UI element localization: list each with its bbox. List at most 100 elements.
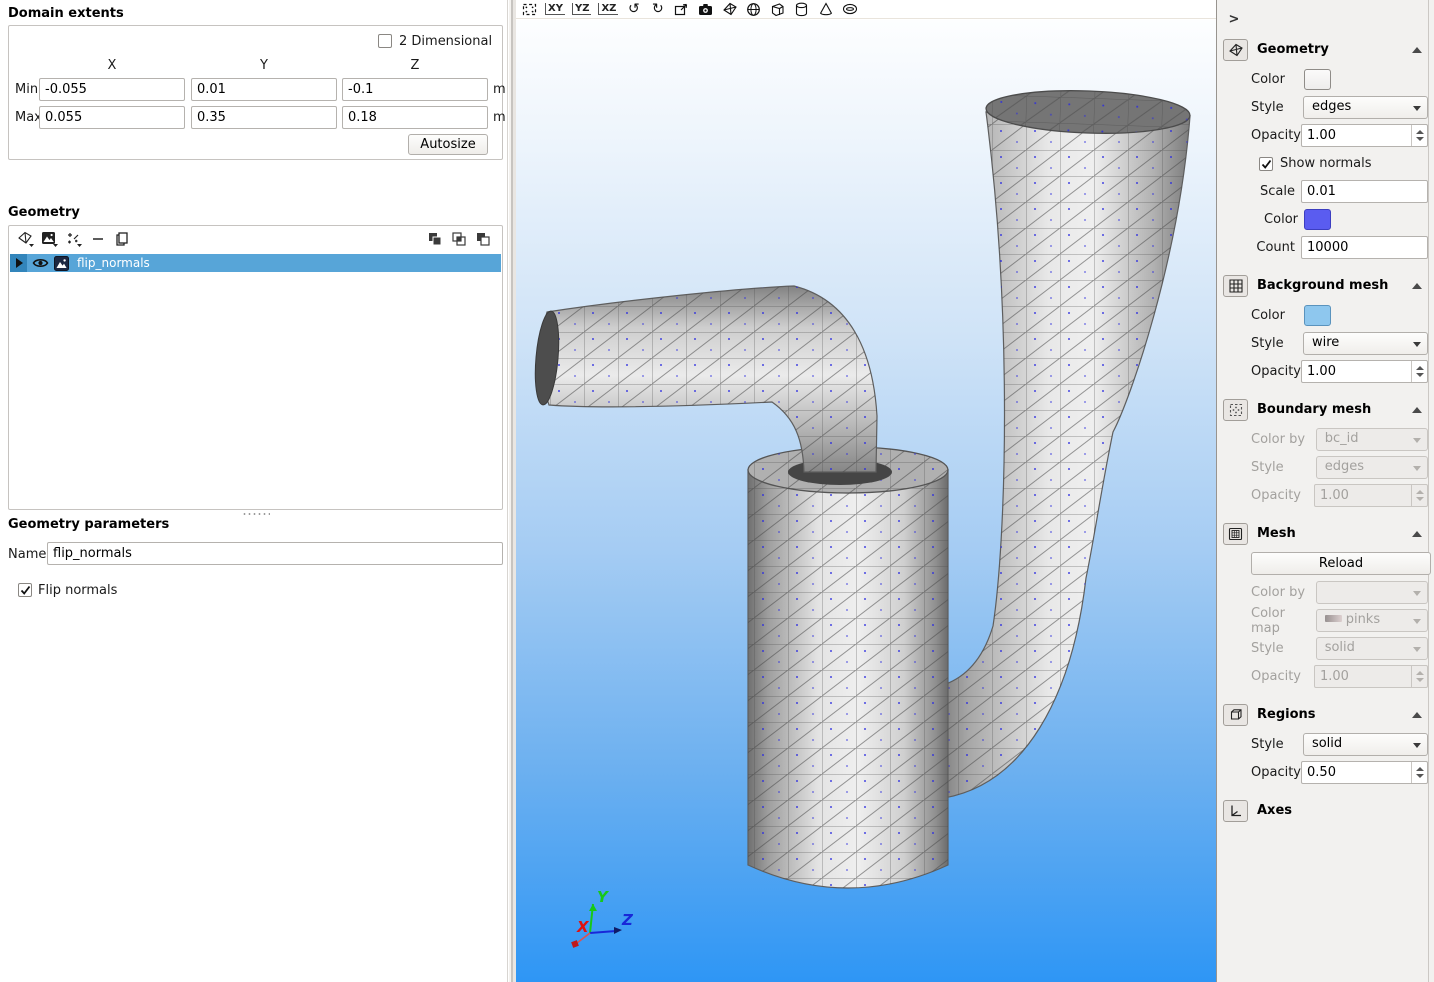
geometry-visibility-icon[interactable] bbox=[721, 1, 738, 18]
collapse-up-icon[interactable] bbox=[1412, 712, 1422, 718]
background-mesh-section-icon[interactable] bbox=[1223, 275, 1248, 297]
panel-collapse-button[interactable]: > bbox=[1225, 10, 1243, 28]
filter-wand-icon[interactable] bbox=[63, 229, 85, 249]
rotate-right-icon[interactable]: ↻ bbox=[649, 1, 666, 18]
geometry-opacity-spinbox[interactable] bbox=[1301, 124, 1428, 147]
reset-view-icon[interactable] bbox=[521, 1, 538, 18]
add-cone-icon[interactable] bbox=[817, 1, 834, 18]
section-background-mesh: Background mesh Color Style wire Opacity bbox=[1223, 274, 1428, 383]
column-header-z: Z bbox=[342, 58, 488, 73]
show-normals-checkbox[interactable] bbox=[1259, 157, 1273, 171]
mesh-style-combo: solid bbox=[1316, 637, 1428, 660]
add-torus-icon[interactable] bbox=[841, 1, 858, 18]
add-cylinder-icon[interactable] bbox=[793, 1, 810, 18]
regions-section-icon[interactable] bbox=[1223, 704, 1248, 726]
add-geometry-icon[interactable] bbox=[15, 229, 37, 249]
geometry-name-input[interactable] bbox=[47, 542, 503, 565]
geometry-section-icon[interactable] bbox=[1223, 39, 1248, 61]
view-xz-button[interactable]: XZ bbox=[598, 1, 618, 18]
panel-splitter[interactable] bbox=[509, 0, 516, 982]
regions-section-title: Regions bbox=[1257, 707, 1412, 722]
collapse-up-icon[interactable] bbox=[1412, 531, 1422, 537]
zmin-input[interactable] bbox=[342, 78, 488, 101]
column-header-x: X bbox=[39, 58, 185, 73]
collapse-up-icon[interactable] bbox=[1412, 283, 1422, 289]
zmax-input[interactable] bbox=[342, 106, 488, 129]
bgmesh-opacity-label: Opacity bbox=[1251, 364, 1301, 379]
ymax-input[interactable] bbox=[191, 106, 337, 129]
bgmesh-style-combo[interactable]: wire bbox=[1303, 332, 1428, 355]
normals-count-label: Count bbox=[1251, 240, 1301, 255]
geometry-color-button[interactable] bbox=[1304, 69, 1331, 90]
mesh-opacity-spinbox bbox=[1314, 665, 1428, 688]
perspective-icon[interactable] bbox=[673, 1, 690, 18]
two-dimensional-checkbox[interactable] bbox=[378, 34, 392, 48]
mesh-section-icon[interactable] bbox=[1223, 523, 1248, 545]
boolean-difference-icon[interactable] bbox=[472, 229, 494, 249]
mesh-reload-button[interactable]: Reload bbox=[1251, 552, 1431, 575]
model-setup-panel: Domain extents 2 Dimensional X Y Z Min m… bbox=[0, 0, 508, 982]
axis-label-x: X bbox=[576, 918, 590, 936]
normals-scale-input[interactable] bbox=[1301, 180, 1428, 203]
regions-style-combo[interactable]: solid bbox=[1303, 733, 1428, 756]
flip-normals-checkbox[interactable] bbox=[18, 583, 32, 597]
normals-color-button[interactable] bbox=[1304, 209, 1331, 230]
autosize-button[interactable]: Autosize bbox=[408, 134, 488, 155]
xmin-input[interactable] bbox=[39, 78, 185, 101]
geometry-style-value: edges bbox=[1312, 99, 1351, 114]
mesh-style-value: solid bbox=[1325, 640, 1355, 655]
boundary-style-combo: edges bbox=[1316, 456, 1428, 479]
remove-icon[interactable] bbox=[87, 229, 109, 249]
geometry-item-label: flip_normals bbox=[77, 256, 150, 270]
render-canvas[interactable]: Y Z X bbox=[516, 20, 1216, 982]
mesh-section-title: Mesh bbox=[1257, 526, 1412, 541]
axes-section-icon[interactable] bbox=[1223, 800, 1248, 822]
check-icon bbox=[20, 585, 31, 596]
mesh-colormap-value: pinks bbox=[1346, 612, 1380, 627]
regions-opacity-spinbox[interactable] bbox=[1301, 761, 1428, 784]
boundary-mesh-section-icon[interactable] bbox=[1223, 399, 1248, 421]
bgmesh-opacity-spinbox[interactable] bbox=[1301, 360, 1428, 383]
normals-count-input[interactable] bbox=[1301, 236, 1428, 259]
add-stl-icon[interactable] bbox=[39, 229, 61, 249]
collapse-up-icon[interactable] bbox=[1412, 407, 1422, 413]
mesh-colorby-combo bbox=[1316, 581, 1428, 604]
bgmesh-color-button[interactable] bbox=[1304, 305, 1331, 326]
xmax-input[interactable] bbox=[39, 106, 185, 129]
mesh-style-label: Style bbox=[1251, 641, 1316, 656]
axis-triad: Y Z X bbox=[571, 888, 634, 948]
splitter-handle[interactable] bbox=[242, 511, 270, 515]
section-regions: Regions Style solid Opacity bbox=[1223, 703, 1428, 784]
section-mesh: Mesh Reload Color by Color map pinks Sty… bbox=[1223, 522, 1428, 688]
view-yz-button[interactable]: YZ bbox=[572, 1, 592, 18]
ymin-input[interactable] bbox=[191, 78, 337, 101]
stl-file-icon bbox=[54, 256, 69, 271]
bgmesh-style-label: Style bbox=[1251, 336, 1303, 351]
boundary-opacity-spinbox bbox=[1314, 484, 1428, 507]
spin-down-icon[interactable] bbox=[1416, 137, 1424, 141]
copy-icon[interactable] bbox=[111, 229, 133, 249]
normals-scale-label: Scale bbox=[1251, 184, 1301, 199]
visibility-eye-icon[interactable] bbox=[32, 257, 49, 269]
rotate-left-icon[interactable]: ↺ bbox=[625, 1, 642, 18]
tapered-funnel-with-bend bbox=[931, 87, 1191, 798]
spin-up-icon[interactable] bbox=[1416, 130, 1424, 134]
axis-label-z: Z bbox=[621, 911, 634, 929]
expander-icon[interactable] bbox=[10, 254, 27, 272]
add-box-icon[interactable] bbox=[769, 1, 786, 18]
add-sphere-icon[interactable] bbox=[745, 1, 762, 18]
two-dimensional-label: 2 Dimensional bbox=[399, 34, 492, 49]
screenshot-icon[interactable] bbox=[697, 1, 714, 18]
boundary-opacity-label: Opacity bbox=[1251, 488, 1314, 503]
bgmesh-color-label: Color bbox=[1251, 308, 1304, 323]
view-xy-button[interactable]: XY bbox=[545, 1, 565, 18]
view-xz-label: XZ bbox=[598, 3, 618, 15]
geometry-item-flip-normals[interactable]: flip_normals bbox=[10, 254, 501, 272]
boundary-colorby-label: Color by bbox=[1251, 432, 1316, 447]
boolean-union-icon[interactable] bbox=[424, 229, 446, 249]
collapse-up-icon[interactable] bbox=[1412, 47, 1422, 53]
background-mesh-section-title: Background mesh bbox=[1257, 278, 1412, 293]
geometry-tree-box: flip_normals bbox=[8, 225, 503, 510]
boolean-intersect-icon[interactable] bbox=[448, 229, 470, 249]
geometry-style-combo[interactable]: edges bbox=[1303, 96, 1428, 119]
